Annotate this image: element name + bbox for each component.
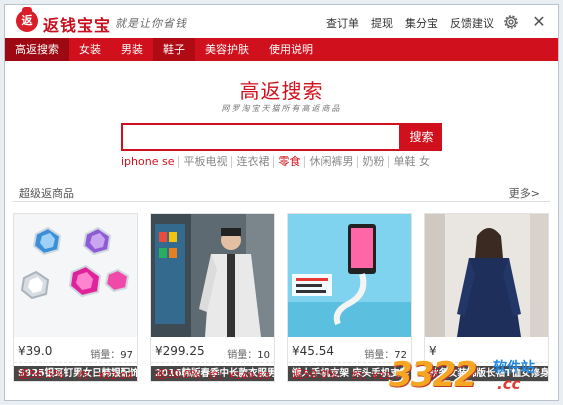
close-icon[interactable]: ✕ (530, 13, 548, 31)
hot-word[interactable]: 单鞋 女 (389, 156, 434, 168)
tab-shoes[interactable]: 鞋子 (153, 38, 195, 61)
more-link[interactable]: 更多> (509, 185, 540, 201)
hot-keywords: iphone se 平板电视 连衣裙 零食 休闲裤男 奶粉 单鞋 女 (121, 156, 434, 168)
product-sales: 销量：10 (227, 350, 270, 361)
money-bag-logo-icon: 返 (16, 7, 38, 32)
product-sales: 销量：72 (364, 350, 407, 361)
product-price: ¥45.54 (292, 344, 334, 358)
search-input[interactable] (121, 123, 401, 151)
search-title: 高返搜索 (239, 79, 324, 103)
hot-word[interactable]: 休闲裤男 (305, 156, 359, 168)
rebate-percent: 返50.0% (292, 368, 338, 381)
earrings-product-image (14, 214, 137, 337)
section-divider (13, 201, 550, 202)
product-price: ¥299.25 (155, 344, 205, 358)
rebate-percent: 返56.5% (18, 368, 64, 381)
tab-mens-clothing[interactable]: 男装 (111, 38, 153, 61)
sweater-product-image (425, 214, 548, 337)
rebate-amount: 约：¥22.04 (78, 371, 133, 382)
tab-womens-clothing[interactable]: 女装 (69, 38, 111, 61)
hot-word[interactable]: iphone se (121, 156, 180, 168)
tab-instructions[interactable]: 使用说明 (259, 38, 323, 61)
product-rebate: 返50.0% 约：¥22.77 (288, 362, 411, 382)
product-card[interactable]: 秋冬女装韩版长袖T恤女修身 ¥ 返 (424, 213, 549, 382)
category-nav: 高返搜索 女装 男装 鞋子 美容护肤 使用说明 (5, 38, 558, 61)
hot-word[interactable]: 奶粉 (358, 156, 390, 168)
product-sales: 销量：97 (90, 350, 133, 361)
product-rebate: 返50.0% 约：¥149.63 (151, 362, 274, 382)
app-name: 返钱宝宝 (43, 16, 112, 35)
search-button[interactable]: 搜索 (401, 123, 442, 151)
tab-high-rebate-search[interactable]: 高返搜索 (5, 38, 69, 61)
app-slogan: 就是让你省钱 (115, 17, 187, 30)
hot-word[interactable]: 连衣裙 (232, 156, 275, 168)
tab-beauty-skincare[interactable]: 美容护肤 (195, 38, 259, 61)
product-list: S925银耳钉男女日韩银配饰 ¥39.0 销量：97 返56.5% 约：¥22.… (13, 213, 549, 382)
app-window: 返 返钱宝宝 就是让你省钱 查订单 提现 集分宝 反馈建议 ✕ 高返搜索 女装 … (4, 4, 559, 401)
rebate-percent: 返50.0% (155, 368, 201, 381)
title-bar: 返 返钱宝宝 就是让你省钱 查订单 提现 集分宝 反馈建议 ✕ (5, 5, 558, 38)
rebate-amount: 约：¥149.63 (208, 371, 270, 382)
link-check-orders[interactable]: 查订单 (326, 15, 359, 31)
phone-holder-product-image (288, 214, 411, 337)
search-subtitle: 网罗淘宝天猫所有高返商品 (221, 104, 342, 113)
product-price: ¥39.0 (18, 344, 53, 358)
top-links: 查订单 提现 集分宝 反馈建议 (326, 15, 494, 31)
product-rebate: 返56.5% 约：¥22.04 (14, 362, 137, 382)
product-card[interactable]: 懒人手机支架 床头手机支架 ¥45.54 销量：72 返50.0% 约：¥22.… (287, 213, 412, 382)
link-jifenbao[interactable]: 集分宝 (405, 15, 438, 31)
rebate-amount: 约：¥22.77 (352, 371, 407, 382)
link-feedback[interactable]: 反馈建议 (450, 15, 494, 31)
rebate-percent: 返 (429, 368, 440, 381)
product-card[interactable]: S925银耳钉男女日韩银配饰 ¥39.0 销量：97 返56.5% 约：¥22.… (13, 213, 138, 382)
jacket-product-image (151, 214, 274, 337)
section-title: 超级返商品 (19, 187, 74, 200)
hot-word[interactable]: 平板电视 (179, 156, 233, 168)
link-withdraw[interactable]: 提现 (371, 15, 393, 31)
hot-word[interactable]: 零食 (274, 156, 306, 168)
product-card[interactable]: 2016韩版春季中长款衣服男 ¥299.25 销量：10 返50.0% 约：¥1… (150, 213, 275, 382)
product-rebate: 返 (425, 362, 548, 381)
product-price: ¥ (429, 344, 437, 358)
gear-icon[interactable] (502, 13, 520, 31)
